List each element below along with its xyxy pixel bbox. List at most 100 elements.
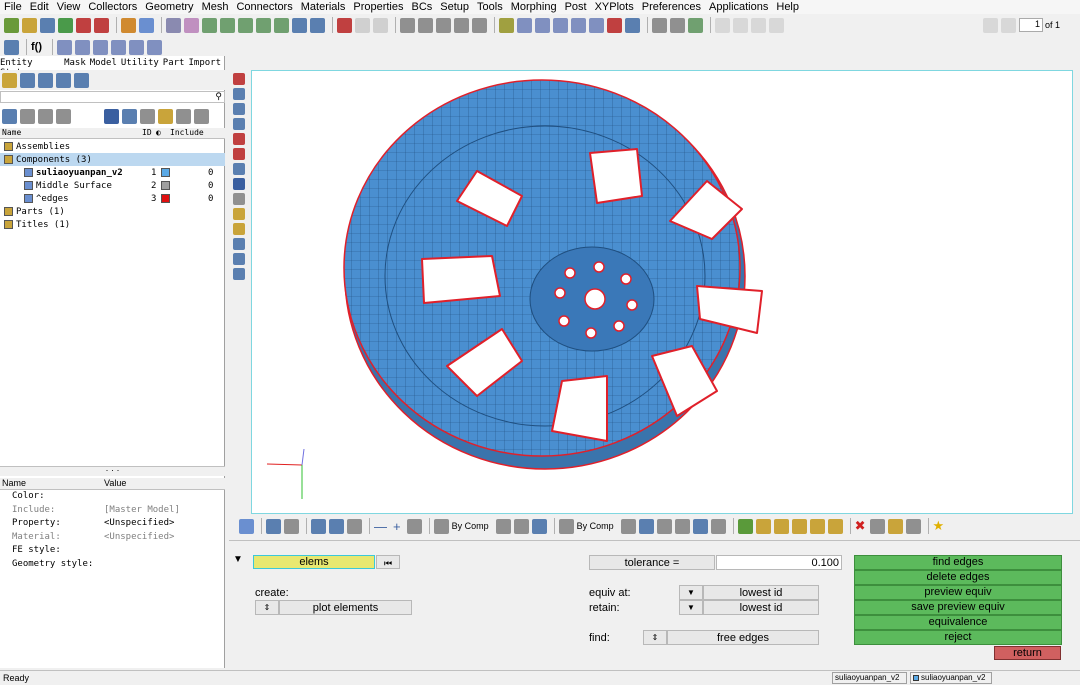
return-button[interactable]: return [994, 646, 1061, 660]
prev-page-icon[interactable] [982, 17, 998, 33]
find-5-icon[interactable] [827, 518, 843, 534]
tab-import[interactable]: Import [188, 58, 221, 70]
user-icon[interactable] [121, 17, 136, 33]
plus-icon[interactable]: + [393, 519, 401, 534]
menu-connectors[interactable]: Connectors [236, 1, 292, 13]
material-view-icon[interactable] [56, 72, 71, 88]
component-color-swatch[interactable] [161, 181, 170, 190]
filter-2-icon[interactable] [38, 108, 53, 124]
equiv-at-dropdown-icon[interactable]: ▼ [679, 585, 703, 600]
cube-5-icon[interactable] [589, 17, 604, 33]
find-3-icon[interactable] [791, 518, 807, 534]
hide-icon[interactable] [194, 108, 209, 124]
cube-2-icon[interactable] [535, 17, 550, 33]
orient-icon[interactable] [266, 518, 281, 534]
retain-value[interactable]: lowest id [703, 600, 819, 615]
menu-setup[interactable]: Setup [440, 1, 469, 13]
zoom-box-icon[interactable] [400, 17, 415, 33]
display-icon[interactable] [104, 108, 119, 124]
filter-icon[interactable] [20, 108, 35, 124]
page-input[interactable]: 1 [1018, 18, 1043, 32]
menu-post[interactable]: Post [565, 1, 587, 13]
view-back-icon[interactable] [75, 39, 90, 55]
tab-model[interactable]: Model [90, 58, 117, 70]
import-icon[interactable] [22, 17, 37, 33]
vertical-tool-6-icon[interactable] [233, 148, 245, 160]
open-model-icon[interactable] [4, 17, 19, 33]
search-icon[interactable]: ⚲ [215, 91, 222, 102]
create-toggle-icon[interactable]: ⇕ [255, 600, 279, 615]
zoom-in-icon[interactable] [418, 17, 433, 33]
shade-2-icon[interactable] [513, 518, 529, 534]
vertical-tool-8-icon[interactable] [233, 178, 245, 190]
view-top-icon[interactable] [129, 39, 144, 55]
tree-row[interactable]: ^edges 3 0 [0, 192, 225, 205]
menu-morphing[interactable]: Morphing [511, 1, 557, 13]
feature-icon[interactable] [674, 518, 690, 534]
show-icon[interactable] [176, 108, 191, 124]
vertical-tool-14-icon[interactable] [233, 268, 245, 280]
assembly-view-icon[interactable] [20, 72, 35, 88]
save-icon[interactable] [40, 17, 55, 33]
view-right-icon[interactable] [111, 39, 126, 55]
section-icon[interactable] [607, 17, 622, 33]
part-view-icon[interactable] [38, 72, 53, 88]
menu-help[interactable]: Help [776, 1, 799, 13]
favorite-star-icon[interactable]: ★ [933, 518, 945, 534]
vertical-tool-5-icon[interactable] [233, 133, 245, 145]
vertical-tool-13-icon[interactable] [233, 253, 245, 265]
sum-icon[interactable] [652, 17, 667, 33]
vertical-tool-9-icon[interactable] [233, 193, 245, 205]
elems-selector[interactable]: elems [253, 555, 375, 569]
node-3-icon[interactable] [238, 17, 253, 33]
fit-icon[interactable] [472, 17, 487, 33]
menu-bcs[interactable]: BCs [412, 1, 433, 13]
graphics-viewport[interactable] [251, 70, 1073, 514]
vertical-tool-7-icon[interactable] [233, 163, 245, 175]
reset-selection-icon[interactable]: ⏮ [376, 555, 400, 569]
tolerance-input[interactable]: 0.100 [716, 555, 842, 570]
delete-icon[interactable] [337, 17, 352, 33]
function-button[interactable]: f() [31, 41, 42, 53]
cube-3-icon[interactable] [553, 17, 568, 33]
property-value[interactable]: [Master Model] [104, 505, 180, 519]
node-4-icon[interactable] [256, 17, 271, 33]
create-value[interactable]: plot elements [279, 600, 412, 615]
reset-icon[interactable] [406, 518, 422, 534]
menu-materials[interactable]: Materials [301, 1, 346, 13]
import-geom-icon[interactable] [58, 17, 73, 33]
anchor-icon[interactable] [292, 17, 307, 33]
isolate-icon[interactable] [158, 108, 173, 124]
table-icon[interactable] [688, 17, 703, 33]
mask-icon[interactable] [184, 17, 199, 33]
find-value[interactable]: free edges [667, 630, 819, 645]
splitter[interactable]: · · · [0, 466, 225, 476]
reject-button[interactable]: reject [854, 630, 1062, 645]
menu-applications[interactable]: Applications [709, 1, 768, 13]
preview-equiv-button[interactable]: preview equiv [854, 585, 1062, 600]
tree-row[interactable]: Titles (1) [0, 218, 225, 231]
menu-mesh[interactable]: Mesh [202, 1, 229, 13]
page-layout-3-icon[interactable] [769, 17, 784, 33]
view-left-icon[interactable] [93, 39, 108, 55]
menu-properties[interactable]: Properties [353, 1, 403, 13]
model-tab-2[interactable]: suliaoyuanpan_v2 [910, 672, 992, 684]
vertical-tool-11-icon[interactable] [233, 223, 245, 235]
edge-icon[interactable] [656, 518, 672, 534]
filter-3-icon[interactable] [56, 108, 71, 124]
pan-icon[interactable] [436, 17, 451, 33]
model-tab-1[interactable]: suliaoyuanpan_v2 [832, 672, 907, 684]
component-color-swatch[interactable] [161, 194, 170, 203]
minus-icon[interactable]: — [374, 519, 387, 534]
save-preview-equiv-button[interactable]: save preview equiv [854, 600, 1062, 615]
color-mode-icon[interactable] [433, 518, 449, 534]
import-script-icon[interactable] [4, 39, 19, 55]
find-4-icon[interactable] [809, 518, 825, 534]
undo-view-icon[interactable] [347, 518, 362, 534]
property-view-icon[interactable] [74, 72, 89, 88]
vertical-tool-10-icon[interactable] [233, 208, 245, 220]
monitor-icon[interactable] [710, 518, 726, 534]
solid-icon[interactable] [638, 518, 654, 534]
model-browser-icon[interactable] [139, 17, 154, 33]
vertical-tool-2-icon[interactable] [233, 88, 245, 100]
